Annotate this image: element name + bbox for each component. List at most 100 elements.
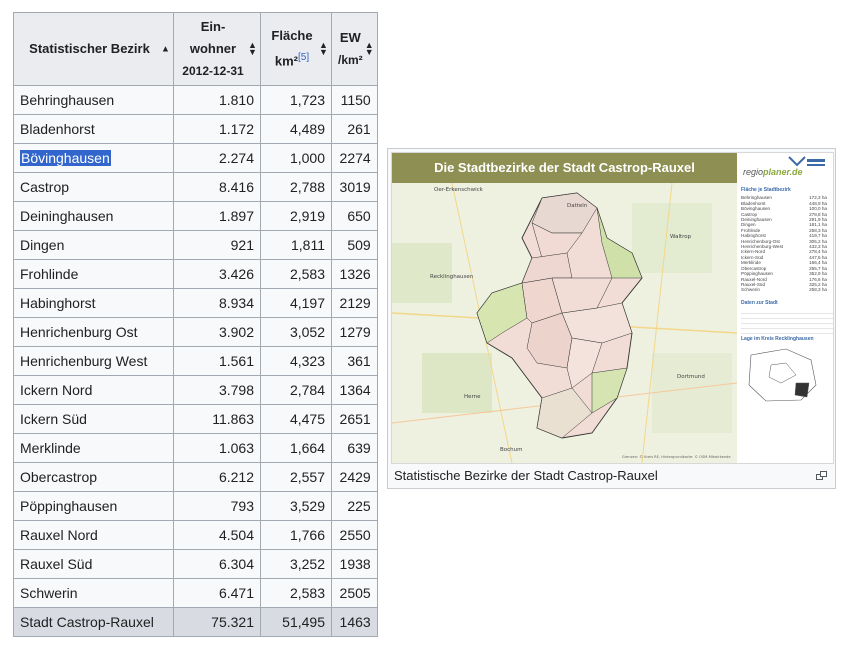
flaeche-value: 1,723 xyxy=(260,85,332,115)
map-label-bochum: Bochum xyxy=(500,447,523,453)
enlarge-icon[interactable] xyxy=(816,471,827,480)
density-value: 2550 xyxy=(331,520,378,550)
table-row: Dingen 921 1,811 509 xyxy=(13,230,378,260)
density-value: 2274 xyxy=(331,143,378,173)
table-row: Bladenhorst 1.172 4,489 261 xyxy=(13,114,378,144)
bezirk-name: Merklinde xyxy=(13,433,174,463)
einwohner-value: 3.902 xyxy=(173,317,261,347)
column-header-flaeche[interactable]: Fläche km²[5] ▲ ▼ xyxy=(260,12,332,86)
einwohner-value: 1.172 xyxy=(173,114,261,144)
sort-ascending-icon[interactable]: ▲ xyxy=(161,44,170,53)
einwohner-value: 3.798 xyxy=(173,375,261,405)
location-minimap xyxy=(748,348,817,401)
bezirk-name: Ickern Süd xyxy=(13,404,174,434)
column-header-einwohner-line2: wohner xyxy=(189,41,237,56)
einwohner-value: 3.426 xyxy=(173,259,261,289)
flaeche-value: 1,000 xyxy=(260,143,332,173)
flaeche-value: 2,788 xyxy=(260,172,332,202)
total-row: Stadt Castrop-Rauxel 75.321 51,495 1463 xyxy=(13,607,378,637)
column-header-einwohner[interactable]: Ein- wohner 2012-12-31 ▲ ▼ xyxy=(173,12,261,86)
flaeche-value: 2,919 xyxy=(260,201,332,231)
sort-both-icon[interactable]: ▲ ▼ xyxy=(248,41,257,57)
density-value: 3019 xyxy=(331,172,378,202)
legend-data-title: Daten zur Stadt xyxy=(741,299,778,306)
einwohner-value: 1.897 xyxy=(173,201,261,231)
legend-title: Fläche je Stadtbezirk xyxy=(741,187,791,193)
einwohner-value: 1.561 xyxy=(173,346,261,376)
statistics-table: Statistischer Bezirk ▲ Ein- wohner 2012-… xyxy=(13,12,378,637)
column-header-ew[interactable]: EW /km² ▲ ▼ xyxy=(331,12,378,86)
reference-link[interactable]: [5] xyxy=(298,52,309,63)
map-figure: Die Stadtbezirke der Stadt Castrop-Rauxe… xyxy=(387,148,836,489)
map-credit: Grenzen: © Kreis RE, Hintergrundkarte: ©… xyxy=(622,455,731,459)
density-value: 1150 xyxy=(331,85,378,115)
einwohner-value: 921 xyxy=(173,230,261,260)
einwohner-value: 1.063 xyxy=(173,433,261,463)
flaeche-value: 4,475 xyxy=(260,404,332,434)
flaeche-value: 3,252 xyxy=(260,549,332,579)
sort-both-icon[interactable]: ▲ ▼ xyxy=(365,41,374,57)
table-row: Ickern Nord 3.798 2,784 1364 xyxy=(13,375,378,405)
map-label-oer-erkenschwick: Oer-Erkenschwick xyxy=(434,187,484,193)
bezirk-name: Schwerin xyxy=(13,578,174,608)
bezirk-name: Pöppinghausen xyxy=(13,491,174,521)
table-row: Henrichenburg West 1.561 4,323 361 xyxy=(13,346,378,376)
einwohner-value: 2.274 xyxy=(173,143,261,173)
sort-both-icon[interactable]: ▲ ▼ xyxy=(319,41,328,57)
bezirk-name: Henrichenburg Ost xyxy=(13,317,174,347)
column-header-ew-unit: /km² xyxy=(338,53,363,67)
table-row: Behringhausen 1.810 1,723 1150 xyxy=(13,85,378,115)
map-label-datteln: Datteln xyxy=(567,203,588,209)
flaeche-value: 1,811 xyxy=(260,230,332,260)
einwohner-value: 4.504 xyxy=(173,520,261,550)
table-row: Habinghorst 8.934 4,197 2129 xyxy=(13,288,378,318)
density-value: 1326 xyxy=(331,259,378,289)
flaeche-value: 2,784 xyxy=(260,375,332,405)
bezirk-name-selected[interactable]: Bövinghausen xyxy=(13,143,174,173)
total-flaeche: 51,495 xyxy=(260,607,332,637)
flaeche-value: 1,664 xyxy=(260,433,332,463)
column-header-bezirk[interactable]: Statistischer Bezirk ▲ xyxy=(13,12,174,86)
selected-text[interactable]: Bövinghausen xyxy=(20,150,111,166)
column-header-flaeche-label: Fläche xyxy=(271,28,313,44)
map-label-recklinghausen: Recklinghausen xyxy=(430,274,474,280)
density-value: 1364 xyxy=(331,375,378,405)
density-value: 225 xyxy=(331,491,378,521)
flaeche-value: 4,323 xyxy=(260,346,332,376)
table-row: Ickern Süd 11.863 4,475 2651 xyxy=(13,404,378,434)
map-legend: Fläche je Stadtbezirk Behringhausen 172,3… xyxy=(737,183,833,463)
district-map-image[interactable]: Die Stadtbezirke der Stadt Castrop-Rauxe… xyxy=(391,152,834,464)
table-row: Obercastrop 6.212 2,557 2429 xyxy=(13,462,378,492)
legend-location-title: Lage im Kreis Recklinghausen xyxy=(741,336,814,343)
einwohner-value: 8.416 xyxy=(173,172,261,202)
bezirk-name: Habinghorst xyxy=(13,288,174,318)
flaeche-value: 1,766 xyxy=(260,520,332,550)
table-row: Deininghausen 1.897 2,919 650 xyxy=(13,201,378,231)
density-value: 1279 xyxy=(331,317,378,347)
density-value: 639 xyxy=(331,433,378,463)
column-header-ew-label: EW xyxy=(339,30,361,45)
bezirk-name: Rauxel Nord xyxy=(13,520,174,550)
table-row: Schwerin 6.471 2,583 2505 xyxy=(13,578,378,608)
map-label-herne: Herne xyxy=(464,394,481,400)
flaeche-value: 2,583 xyxy=(260,259,332,289)
einwohner-value: 6.304 xyxy=(173,549,261,579)
table-row: Castrop 8.416 2,788 3019 xyxy=(13,172,378,202)
bezirk-name: Castrop xyxy=(13,172,174,202)
bezirk-name: Ickern Nord xyxy=(13,375,174,405)
flaeche-value: 2,557 xyxy=(260,462,332,492)
density-value: 2505 xyxy=(331,578,378,608)
density-value: 509 xyxy=(331,230,378,260)
einwohner-value: 6.471 xyxy=(173,578,261,608)
bezirk-name: Dingen xyxy=(13,230,174,260)
table-row: Rauxel Nord 4.504 1,766 2550 xyxy=(13,520,378,550)
bezirk-name: Bladenhorst xyxy=(13,114,174,144)
density-value: 2651 xyxy=(331,404,378,434)
district-map: Oer-Erkenschwick Datteln Waltrop Recklin… xyxy=(392,183,737,463)
flaeche-value: 2,583 xyxy=(260,578,332,608)
total-name: Stadt Castrop-Rauxel xyxy=(13,607,174,637)
map-label-dortmund: Dortmund xyxy=(677,374,705,380)
total-density: 1463 xyxy=(331,607,378,637)
einwohner-value: 11.863 xyxy=(173,404,261,434)
column-header-einwohner-line1: Ein- xyxy=(200,19,226,34)
